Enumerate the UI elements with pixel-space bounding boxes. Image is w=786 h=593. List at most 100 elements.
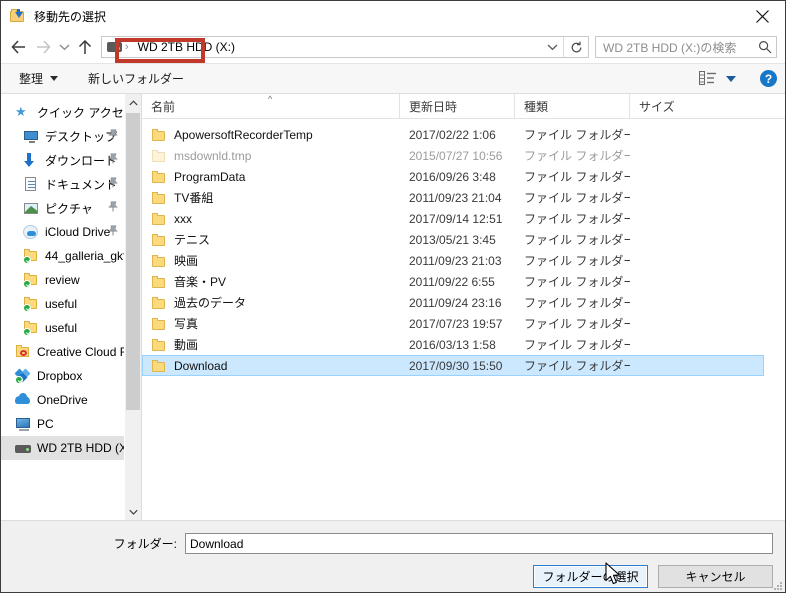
table-row[interactable]: xxx 2017/09/14 12:51 ファイル フォルダー (142, 208, 764, 229)
pin-icon[interactable] (108, 225, 118, 236)
sidebar-scroll-thumb[interactable] (126, 113, 140, 410)
sidebar-item-11[interactable]: Dropbox (1, 364, 124, 388)
sidebar-item-10[interactable]: Creative Cloud File (1, 340, 124, 364)
table-row[interactable]: 過去のデータ 2011/09/24 23:16 ファイル フォルダー (142, 292, 764, 313)
folder-sync-icon (23, 272, 39, 288)
file-rows: ApowersoftRecorderTemp 2017/02/22 1:06 ファイ… (142, 119, 785, 520)
pin-icon[interactable] (108, 153, 118, 164)
sidebar-item-8[interactable]: useful (1, 292, 124, 316)
column-header-size-label: サイズ (639, 99, 675, 114)
sidebar-item-3[interactable]: ドキュメント (1, 172, 124, 196)
sidebar-item-label: デスクトップ (45, 129, 118, 144)
sidebar-item-0[interactable]: ★ クイック アクセス (1, 100, 124, 124)
table-row[interactable]: TV番組 2011/09/23 21:04 ファイル フォルダー (142, 187, 764, 208)
file-type-cell: ファイル フォルダー (524, 191, 630, 205)
sidebar-scroll-up-button[interactable] (125, 94, 141, 111)
folder-icon (151, 359, 167, 373)
select-folder-button[interactable]: フォルダーの選択 (533, 565, 648, 588)
file-name-cell: テニス (143, 231, 400, 248)
table-row[interactable]: msdownld.tmp 2015/07/27 10:56 ファイル フォルダー (142, 145, 764, 166)
column-header-date[interactable]: 更新日時 (400, 94, 515, 118)
column-header-type[interactable]: 種類 (515, 94, 630, 118)
pin-icon[interactable] (108, 177, 118, 188)
forward-button[interactable] (31, 35, 55, 59)
file-name-label: 音楽・PV (174, 275, 227, 289)
sidebar-item-6[interactable]: 44_galleria_gkf10 (1, 244, 124, 268)
close-button[interactable] (739, 1, 785, 31)
search-icon (758, 40, 772, 54)
up-button[interactable] (73, 35, 97, 59)
column-header-row: 名前 ^ 更新日時 種類 サイズ (142, 94, 785, 119)
navigation-sidebar: ★ クイック アクセスデスクトップダウンロードドキュメントピクチャ iCloud D… (1, 94, 141, 520)
sidebar-scroll-down-button[interactable] (125, 503, 141, 520)
recent-locations-button[interactable] (55, 35, 73, 59)
sidebar-item-5[interactable]: iCloud Drive (1, 220, 124, 244)
breadcrumb-drive[interactable]: › (102, 37, 135, 57)
folder-icon (151, 191, 167, 205)
file-type-cell: ファイル フォルダー (524, 275, 630, 289)
pin-icon[interactable] (108, 129, 118, 140)
file-type-cell: ファイル フォルダー (524, 338, 630, 352)
sidebar-item-9[interactable]: useful (1, 316, 124, 340)
folder-icon (151, 128, 167, 142)
file-name-cell: 音楽・PV (143, 273, 400, 290)
table-row[interactable]: ProgramData 2016/09/26 3:48 ファイル フォルダー (142, 166, 764, 187)
refresh-button[interactable] (563, 37, 588, 57)
sidebar-item-1[interactable]: デスクトップ (1, 124, 124, 148)
sidebar-item-label: ピクチャ (45, 201, 93, 216)
new-folder-button[interactable]: 新しいフォルダー (84, 64, 188, 93)
back-button[interactable] (7, 35, 31, 59)
breadcrumb-path[interactable]: WD 2TB HDD (X:) (135, 40, 235, 54)
sidebar-item-7[interactable]: review (1, 268, 124, 292)
organize-label: 整理 (19, 72, 44, 86)
table-row[interactable]: 映画 2011/09/23 21:03 ファイル フォルダー (142, 250, 764, 271)
file-name-cell: 過去のデータ (143, 294, 400, 311)
help-button[interactable]: ? (760, 70, 777, 87)
sidebar-scrollbar[interactable] (124, 94, 141, 520)
column-header-name[interactable]: 名前 ^ (142, 94, 400, 118)
search-input[interactable]: WD 2TB HDD (X:)の検索 (595, 36, 777, 58)
file-name-label: Download (174, 358, 228, 373)
sidebar-item-2[interactable]: ダウンロード (1, 148, 124, 172)
file-name-cell: Download (143, 359, 400, 373)
sidebar-item-12[interactable]: OneDrive (1, 388, 124, 412)
table-row[interactable]: テニス 2013/05/21 3:45 ファイル フォルダー (142, 229, 764, 250)
file-date-cell: 2016/03/13 1:58 (409, 337, 496, 352)
address-bar-tools (541, 37, 588, 57)
address-dropdown-button[interactable] (541, 37, 563, 57)
table-row[interactable]: 音楽・PV 2011/09/22 6:55 ファイル フォルダー (142, 271, 764, 292)
chevron-down-icon (547, 44, 557, 51)
table-row[interactable]: Download 2017/09/30 15:50 ファイル フォルダー (142, 355, 764, 376)
search-placeholder: WD 2TB HDD (X:)の検索 (603, 40, 737, 55)
cancel-button[interactable]: キャンセル (658, 565, 773, 588)
address-bar[interactable]: › WD 2TB HDD (X:) (101, 36, 589, 58)
view-mode-button[interactable] (697, 71, 738, 86)
folder-name-input[interactable]: Download (185, 533, 773, 554)
creative-cloud-icon (15, 344, 31, 360)
organize-button[interactable]: 整理 (15, 64, 62, 93)
chevron-down-icon (50, 76, 59, 81)
folder-picker-dialog: 移動先の選択 › WD 2TB HDD (X:) WD 2TB HDD (X:)… (0, 0, 786, 593)
file-date-cell: 2017/09/14 12:51 (409, 211, 503, 226)
table-row[interactable]: 動画 2016/03/13 1:58 ファイル フォルダー (142, 334, 764, 355)
sidebar-item-label: クイック アクセス (37, 105, 124, 120)
table-row[interactable]: ApowersoftRecorderTemp 2017/02/22 1:06 ファイ… (142, 124, 764, 145)
file-name-cell: 動画 (143, 336, 400, 353)
help-label: ? (764, 71, 773, 86)
table-row[interactable]: 写真 2017/07/23 19:57 ファイル フォルダー (142, 313, 764, 334)
column-header-size[interactable]: サイズ (630, 94, 785, 118)
sidebar-item-4[interactable]: ピクチャ (1, 196, 124, 220)
sidebar-item-13[interactable]: PC (1, 412, 124, 436)
title-bar: 移動先の選択 (1, 1, 785, 31)
drive-icon (107, 42, 122, 52)
column-header-date-label: 更新日時 (409, 99, 458, 114)
pin-icon[interactable] (108, 201, 118, 212)
file-name-label: 過去のデータ (174, 296, 247, 310)
folder-sync-icon (23, 248, 39, 264)
address-bar-wrapper: › WD 2TB HDD (X:) (101, 36, 589, 63)
sidebar-item-14[interactable]: WD 2TB HDD (X:) (1, 436, 124, 460)
file-name-cell: ProgramData (143, 170, 400, 184)
file-date-cell: 2011/09/23 21:03 (409, 253, 502, 268)
resize-grip[interactable] (772, 580, 782, 590)
details-view-icon (699, 71, 716, 85)
